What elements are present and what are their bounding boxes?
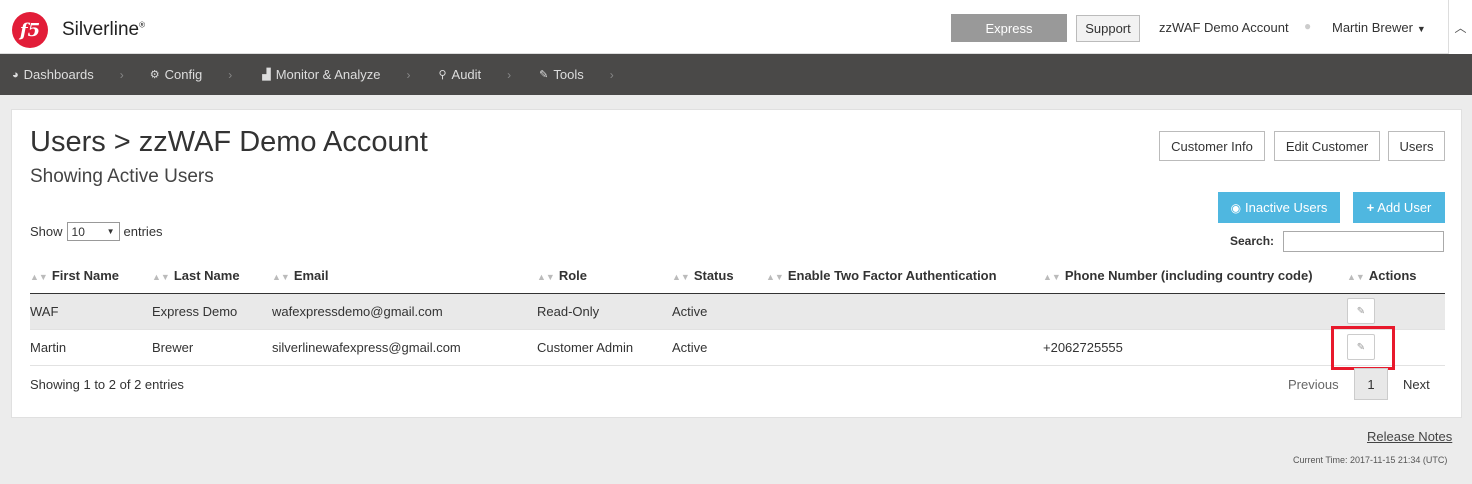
cell-email: silverlinewafexpress@gmail.com xyxy=(272,329,537,366)
search-icon: ⚲ xyxy=(438,69,447,81)
search-input[interactable] xyxy=(1283,231,1444,252)
chevron-right-icon: › xyxy=(507,67,512,82)
users-panel: Users > zzWAF Demo Account Showing Activ… xyxy=(11,109,1462,418)
nav-tools[interactable]: ✎ Tools › xyxy=(539,67,614,82)
entries-select[interactable]: 10 ▼ xyxy=(66,222,120,241)
cell-two-factor xyxy=(766,293,1043,330)
account-name[interactable]: zzWAF Demo Account xyxy=(1159,20,1289,35)
dropdown-arrow-icon: ▼ xyxy=(106,227,115,236)
cell-phone: +2062725555 xyxy=(1043,329,1347,366)
pagination-next[interactable]: Next xyxy=(1403,369,1430,399)
chevron-right-icon: › xyxy=(406,67,411,82)
cell-status: Active xyxy=(672,329,766,366)
pencil-icon: ✎ xyxy=(1356,305,1366,317)
users-button[interactable]: Users xyxy=(1388,131,1445,161)
support-button[interactable]: Support xyxy=(1076,15,1140,42)
inactive-users-label: Inactive Users xyxy=(1245,200,1328,215)
add-user-button[interactable]: + Add User xyxy=(1353,192,1445,223)
cell-email: wafexpressdemo@gmail.com xyxy=(272,293,537,330)
entries-label: entries xyxy=(123,224,163,239)
caret-down-icon: ▼ xyxy=(1416,24,1426,34)
cell-role: Customer Admin xyxy=(537,329,672,366)
user-menu[interactable]: Martin Brewer ▼ xyxy=(1332,20,1426,35)
dashboard-icon: ◕ xyxy=(12,68,19,81)
cell-actions: ✎ xyxy=(1347,293,1445,330)
col-actions[interactable]: ▲▼ Actions xyxy=(1347,258,1445,294)
customer-info-button[interactable]: Customer Info xyxy=(1159,131,1265,161)
col-first-name[interactable]: ▲▼ First Name xyxy=(30,258,152,294)
nav-audit[interactable]: ⚲ Audit › xyxy=(438,67,511,82)
main-nav: ◕ Dashboards › ⚙ Config › ▟ Monitor & An… xyxy=(0,54,1472,95)
collapse-header-button[interactable]: ︿ xyxy=(1448,0,1472,54)
nav-label: Audit xyxy=(451,67,482,82)
page-title: Users > zzWAF Demo Account xyxy=(30,126,428,158)
nav-config[interactable]: ⚙ Config › xyxy=(150,67,232,82)
sort-icon: ▲▼ xyxy=(766,271,784,282)
pagination-previous[interactable]: Previous xyxy=(1288,369,1339,399)
pagination-page-1[interactable]: 1 xyxy=(1354,368,1388,400)
bar-chart-icon: ▟ xyxy=(262,69,271,81)
entries-length-control: Show 10 ▼ entries xyxy=(30,222,163,241)
chevron-right-icon: › xyxy=(119,67,124,82)
entries-value: 10 xyxy=(71,224,85,239)
sort-icon: ▲▼ xyxy=(30,271,48,282)
highlight-annotation xyxy=(1331,326,1395,370)
logo[interactable]: f5 Silverline® xyxy=(12,12,145,48)
cell-two-factor xyxy=(766,329,1043,366)
current-time: Current Time: 2017-11-15 21:34 (UTC) xyxy=(1293,455,1448,465)
page-subtitle: Showing Active Users xyxy=(30,166,214,187)
plus-icon: + xyxy=(1366,200,1375,215)
table-row: WAF Express Demo wafexpressdemo@gmail.co… xyxy=(30,293,1445,330)
chevron-right-icon: › xyxy=(609,67,614,82)
sort-icon: ▲▼ xyxy=(1347,271,1365,282)
sort-icon: ▲▼ xyxy=(152,271,170,282)
table-header-row: ▲▼ First Name ▲▼ Last Name ▲▼ Email ▲▼ Role … xyxy=(30,258,1445,294)
col-status[interactable]: ▲▼ Status xyxy=(672,258,766,294)
registered-mark: ® xyxy=(139,20,145,30)
table-row: Martin Brewer silverlinewafexpress@gmail… xyxy=(30,329,1445,366)
sort-icon: ▲▼ xyxy=(537,271,555,282)
col-two-factor[interactable]: ▲▼ Enable Two Factor Authentication xyxy=(766,258,1043,294)
nav-label: Config xyxy=(164,67,203,82)
chevron-up-icon: ︿ xyxy=(1454,20,1467,35)
nav-label: Monitor & Analyze xyxy=(275,67,381,82)
cell-role: Read-Only xyxy=(537,293,672,330)
inactive-users-button[interactable]: ◉ Inactive Users xyxy=(1218,192,1340,223)
sort-icon: ▲▼ xyxy=(1043,271,1061,282)
express-button[interactable]: Express xyxy=(951,14,1067,42)
search-label: Search: xyxy=(1230,234,1275,248)
col-last-name[interactable]: ▲▼ Last Name xyxy=(152,258,272,294)
cell-last-name: Brewer xyxy=(152,329,272,366)
show-label: Show xyxy=(30,224,63,239)
chevron-right-icon: › xyxy=(228,67,233,82)
wrench-icon: ✎ xyxy=(539,69,549,81)
cell-first-name: WAF xyxy=(30,293,152,330)
col-role[interactable]: ▲▼ Role xyxy=(537,258,672,294)
cell-status: Active xyxy=(672,293,766,330)
edit-customer-button[interactable]: Edit Customer xyxy=(1274,131,1380,161)
release-notes-link[interactable]: Release Notes xyxy=(1367,429,1452,444)
nav-label: Tools xyxy=(553,67,584,82)
col-email[interactable]: ▲▼ Email xyxy=(272,258,537,294)
header-separator: ● xyxy=(1304,19,1312,33)
col-phone[interactable]: ▲▼ Phone Number (including country code) xyxy=(1043,258,1347,294)
users-table: ▲▼ First Name ▲▼ Last Name ▲▼ Email ▲▼ Role … xyxy=(30,258,1445,366)
user-name: Martin Brewer xyxy=(1332,20,1413,35)
cell-phone xyxy=(1043,293,1347,330)
brand-name: Silverline® xyxy=(62,19,145,40)
nav-dashboards[interactable]: ◕ Dashboards › xyxy=(12,67,124,82)
top-header: f5 Silverline® Express Support zzWAF Dem… xyxy=(0,0,1472,54)
f5-logo-icon: f5 xyxy=(12,12,48,48)
sort-icon: ▲▼ xyxy=(672,271,690,282)
cell-last-name: Express Demo xyxy=(152,293,272,330)
table-info: Showing 1 to 2 of 2 entries xyxy=(30,377,184,392)
edit-user-button[interactable]: ✎ xyxy=(1347,298,1375,324)
eye-icon: ◉ xyxy=(1230,200,1242,215)
gears-icon: ⚙ xyxy=(149,69,160,81)
nav-monitor-analyze[interactable]: ▟ Monitor & Analyze › xyxy=(262,67,410,82)
nav-label: Dashboards xyxy=(23,67,94,82)
cell-first-name: Martin xyxy=(30,329,152,366)
add-user-label: Add User xyxy=(1377,200,1432,215)
sort-icon: ▲▼ xyxy=(272,271,290,282)
